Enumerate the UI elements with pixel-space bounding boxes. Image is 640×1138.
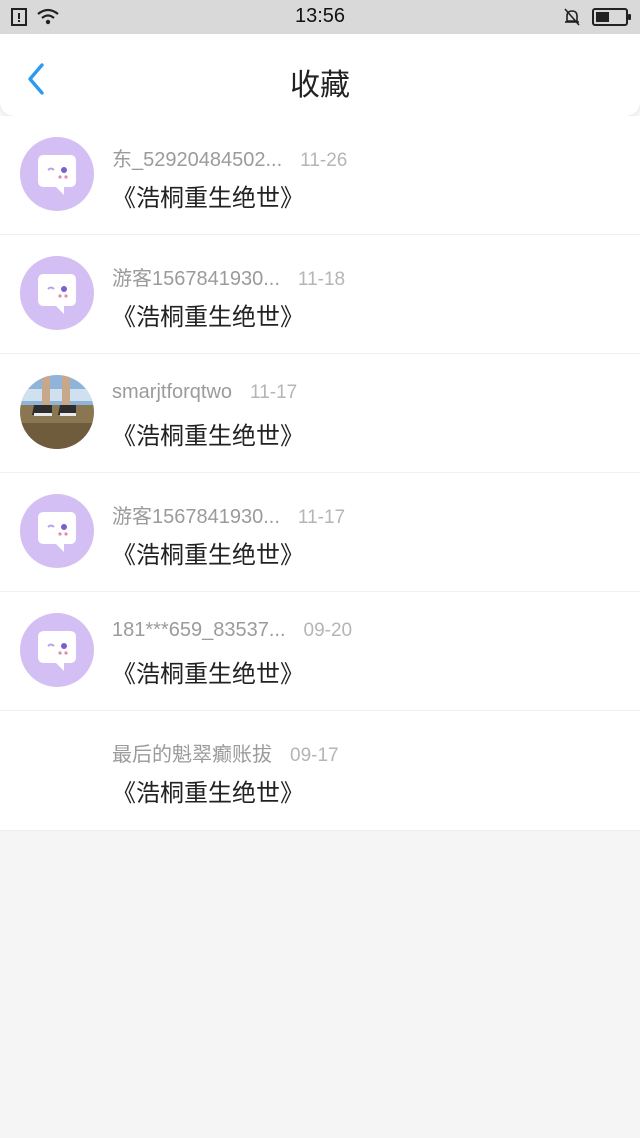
chat-bubble-icon [38, 274, 76, 314]
avatar[interactable] [20, 256, 94, 330]
avatar[interactable] [20, 375, 94, 449]
date: 11-26 [300, 150, 348, 171]
list-item[interactable]: smarjtforqtwo 11-17 《浩桐重生绝世》 [0, 354, 640, 473]
list-item[interactable]: 游客1567841930... 11-17 《浩桐重生绝世》 [0, 473, 640, 592]
avatar[interactable] [20, 613, 94, 687]
bell-muted-icon [564, 8, 580, 26]
book-title: 《浩桐重生绝世》 [112, 184, 304, 212]
date: 11-17 [250, 382, 298, 403]
date: 11-18 [297, 269, 346, 290]
book-title: 《浩桐重生绝世》 [112, 422, 304, 450]
list-item[interactable]: 181***659_83537... 09-20 《浩桐重生绝世》 [0, 592, 640, 711]
date: 09-17 [290, 745, 339, 766]
list-item[interactable]: 游客1567841930... 11-18 《浩桐重生绝世》 [0, 235, 640, 354]
favorites-list: 东_52920484502... 11-26 《浩桐重生绝世》 游客156784… [0, 116, 640, 831]
user-name: 东_52920484502... [112, 149, 283, 171]
battery-icon [592, 8, 631, 26]
page-title: 收藏 [290, 68, 350, 103]
avatar[interactable] [20, 137, 94, 211]
avatar[interactable] [20, 494, 94, 568]
book-title: 《浩桐重生绝世》 [112, 303, 304, 331]
user-name: 游客1567841930... [112, 268, 280, 290]
date: 09-20 [303, 620, 353, 641]
book-title: 《浩桐重生绝世》 [112, 541, 304, 569]
book-title: 《浩桐重生绝世》 [112, 779, 304, 807]
book-title: 《浩桐重生绝世》 [112, 660, 304, 688]
status-time: 13:56 [294, 5, 346, 27]
user-name: 181***659_83537... [112, 619, 286, 641]
status-bar: 13:56 [0, 0, 640, 34]
date: 11-17 [297, 507, 346, 528]
list-item[interactable]: 最后的魁翠癫账拔 09-17 《浩桐重生绝世》 [0, 711, 640, 831]
chat-bubble-icon [38, 155, 76, 195]
list-item[interactable]: 东_52920484502... 11-26 《浩桐重生绝世》 [0, 116, 640, 235]
chat-bubble-icon [38, 512, 76, 552]
chat-bubble-icon [38, 631, 76, 671]
nav-bar: 收藏 [0, 34, 640, 116]
user-name: 最后的魁翠癫账拔 [112, 744, 272, 766]
photo-avatar-icon [20, 375, 94, 449]
status-icons-right [562, 7, 631, 27]
user-name: 游客1567841930... [112, 506, 280, 528]
user-name: smarjtforqtwo [112, 381, 233, 403]
